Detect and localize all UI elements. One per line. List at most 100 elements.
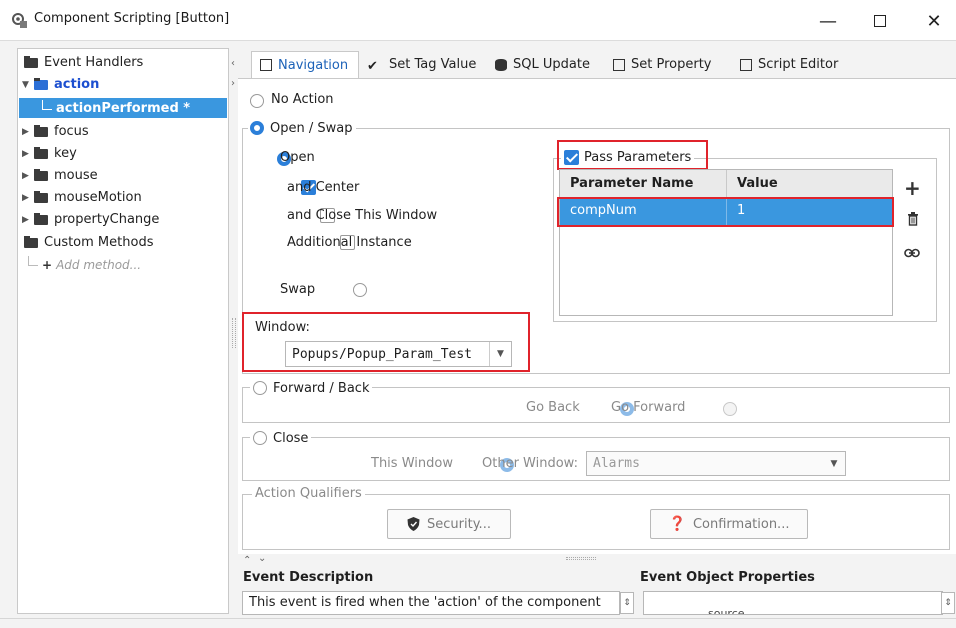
chevron-right-icon[interactable]: ▶ [22,171,34,181]
tab-label: Navigation [278,57,349,73]
tree-label: mouseMotion [54,190,142,205]
tree-item-mouse[interactable]: ▶ mouse [22,165,98,186]
tree-label: propertyChange [54,212,160,227]
event-handler-tree: Event Handlers ▼ action actionPerformed … [17,48,229,614]
chevron-right-icon[interactable]: ▶ [22,193,34,203]
and-center-label: and Center [287,180,360,195]
tag-check-icon: ✔ [367,58,378,74]
trash-icon[interactable] [907,212,919,226]
folder-open-icon [24,55,38,68]
security-button[interactable]: Security... [387,509,511,539]
highlight-window-select [242,312,530,372]
parameters-table-header: Parameter Name Value [560,170,892,198]
column-header-parameter-name[interactable]: Parameter Name [570,176,693,191]
open-swap-legend: Open / Swap [248,118,357,138]
gear-cube-icon [12,13,27,28]
tab-set-property[interactable]: Set Property [613,51,712,78]
expand-up-icon[interactable]: ⌃ [243,555,251,566]
tab-set-tag-value[interactable]: ✔ Set Tag Value [367,51,476,78]
tree-item-action[interactable]: ▼ action [22,74,99,95]
collapse-down-icon[interactable]: ⌄ [258,553,266,564]
property-list-icon [613,58,625,71]
open-swap-label: Open / Swap [270,120,353,136]
highlight-parameter-row [557,197,894,227]
chevron-down-icon[interactable]: ▼ [823,452,845,475]
close-button[interactable]: ✕ [912,6,956,36]
go-back-label: Go Back [526,400,580,415]
highlight-pass-parameters [557,140,708,170]
folder-open-icon [34,77,48,90]
event-object-properties-list: source [643,591,943,615]
no-action-radio[interactable] [250,93,264,108]
go-forward-radio[interactable] [722,401,737,416]
chevron-down-icon[interactable]: ▼ [22,80,34,90]
confirmation-icon: ❓ [668,516,686,532]
chevron-right-icon[interactable]: ▶ [22,127,34,137]
tree-label: Add method... [56,257,142,272]
tree-item-mouse-motion[interactable]: ▶ mouseMotion [22,187,142,208]
other-window-select[interactable]: Alarms ▼ [586,451,846,476]
tab-bar: Navigation ✔ Set Tag Value SQL Update Se… [245,51,956,78]
tree-connector [42,99,52,110]
confirmation-button-label: Confirmation... [692,516,790,532]
window-icon [260,59,272,71]
link-icon[interactable] [904,248,920,258]
collapse-right-icon[interactable]: › [231,78,235,89]
event-description-text: This event is fired when the 'action' of… [242,591,620,615]
minimize-button[interactable]: — [806,6,850,36]
close-radio[interactable] [253,431,267,445]
splitter-grip[interactable] [566,557,596,560]
maximize-button[interactable] [858,6,902,36]
tab-sql-update[interactable]: SQL Update [495,51,590,78]
tab-label: Set Property [631,57,712,72]
title-bar: Component Scripting [Button] — ✕ [0,0,956,40]
folder-icon [34,190,48,203]
spinner-icon[interactable]: ⇕ [941,592,955,614]
confirmation-button[interactable]: ❓ Confirmation... [650,509,808,539]
chevron-right-icon[interactable]: ▶ [22,149,34,159]
tree-item-add-method[interactable]: + Add method... [28,254,141,275]
window-title: Component Scripting [Button] [34,11,230,26]
folder-icon [34,212,48,225]
swap-radio[interactable] [352,282,367,297]
tree-item-property-change[interactable]: ▶ propertyChange [22,209,159,230]
tree-item-custom-methods[interactable]: Custom Methods [24,232,153,253]
folder-icon [34,124,48,137]
folder-open-icon [24,235,38,248]
column-header-value[interactable]: Value [737,176,778,191]
script-icon [740,58,752,71]
forward-back-label: Forward / Back [273,380,370,396]
collapse-left-icon[interactable]: ‹ [231,58,235,69]
chevron-right-icon[interactable]: ▶ [22,215,34,225]
tree-item-focus[interactable]: ▶ focus [22,121,89,142]
forward-back-legend: Forward / Back [250,378,373,398]
resize-grip[interactable] [232,318,236,348]
add-parameter-icon[interactable]: + [904,176,921,200]
tree-item-action-performed[interactable]: actionPerformed * [42,98,190,119]
event-object-properties-label: Event Object Properties [640,570,815,585]
spinner-icon[interactable]: ⇕ [620,592,634,614]
and-close-label: and Close This Window [287,208,438,223]
tab-navigation[interactable]: Navigation [251,51,360,78]
forward-back-radio[interactable] [253,381,267,395]
open-label: Open [280,150,315,165]
tree-label: Custom Methods [44,235,154,250]
close-label: Close [273,430,309,446]
tab-label: SQL Update [513,57,590,72]
tab-script-editor[interactable]: Script Editor [740,51,838,78]
tree-connector [28,255,38,266]
security-button-label: Security... [427,516,491,532]
this-window-label: This Window [371,456,453,471]
tree-item-key[interactable]: ▶ key [22,143,77,164]
additional-instance-label: Additional Instance [287,235,412,250]
tree-item-event-handlers[interactable]: Event Handlers [24,52,143,73]
tree-label: mouse [54,168,98,183]
tab-label: Script Editor [758,57,839,72]
other-window-select-value: Alarms [593,456,640,471]
tree-label: key [54,146,77,161]
open-swap-radio[interactable] [250,121,264,135]
no-action-label: No Action [271,92,334,107]
column-divider [726,170,727,198]
action-qualifiers-legend: Action Qualifiers [252,486,365,501]
plus-icon: + [42,257,53,272]
